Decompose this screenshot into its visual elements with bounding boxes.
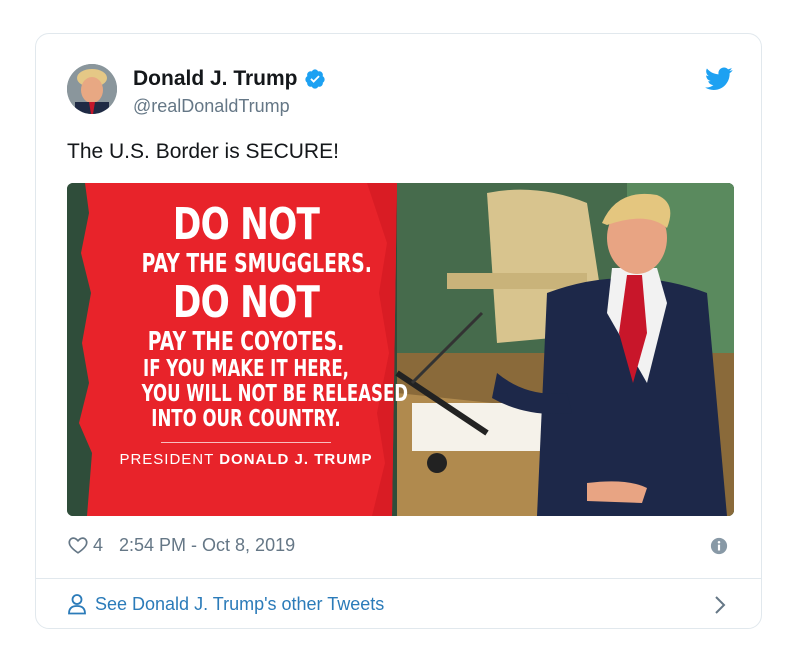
poster-text-block: DO NOT PAY THE SMUGGLERS. DO NOT PAY THE… bbox=[101, 199, 409, 469]
author-name[interactable]: Donald J. Trump bbox=[133, 67, 326, 91]
tweet-media-image[interactable]: DO NOT PAY THE SMUGGLERS. DO NOT PAY THE… bbox=[67, 183, 734, 516]
avatar[interactable] bbox=[67, 64, 117, 114]
poster-line: IF YOU MAKE IT HERE, bbox=[143, 356, 349, 382]
tweet-meta: 4 2:54 PM - Oct 8, 2019 bbox=[67, 534, 295, 556]
poster-signature-prefix: PRESIDENT bbox=[119, 451, 215, 468]
see-other-tweets-link[interactable]: See Donald J. Trump's other Tweets bbox=[67, 593, 384, 615]
tweet-card: Donald J. Trump @realDonaldTrump The U.S… bbox=[35, 33, 762, 629]
tweet-text: The U.S. Border is SECURE! bbox=[67, 140, 339, 163]
poster-line: PAY THE COYOTES. bbox=[147, 327, 345, 357]
poster-divider bbox=[161, 442, 331, 443]
poster-line: YOU WILL NOT BE RELEASED bbox=[141, 381, 409, 407]
poster-line: DO NOT bbox=[172, 199, 320, 250]
chevron-right-icon[interactable] bbox=[713, 594, 727, 616]
poster-signature-name: DONALD J. TRUMP bbox=[219, 451, 373, 468]
footer-divider bbox=[36, 578, 761, 579]
tweet-timestamp[interactable]: 2:54 PM - Oct 8, 2019 bbox=[119, 535, 295, 556]
like-count[interactable]: 4 bbox=[93, 535, 103, 556]
poster-signature: PRESIDENT DONALD J. TRUMP bbox=[101, 451, 391, 468]
person-icon bbox=[68, 594, 86, 615]
poster-line: PAY THE SMUGGLERS. bbox=[141, 249, 372, 279]
twitter-bird-icon[interactable] bbox=[705, 67, 733, 91]
see-other-tweets-text[interactable]: See Donald J. Trump's other Tweets bbox=[95, 594, 384, 615]
poster-line: DO NOT bbox=[172, 277, 320, 328]
poster-line: INTO OUR COUNTRY. bbox=[151, 406, 341, 432]
author-name-text[interactable]: Donald J. Trump bbox=[133, 67, 298, 91]
verified-badge-icon bbox=[304, 69, 325, 89]
author-handle[interactable]: @realDonaldTrump bbox=[133, 96, 290, 117]
heart-icon[interactable] bbox=[67, 534, 89, 556]
info-icon[interactable] bbox=[710, 537, 728, 555]
